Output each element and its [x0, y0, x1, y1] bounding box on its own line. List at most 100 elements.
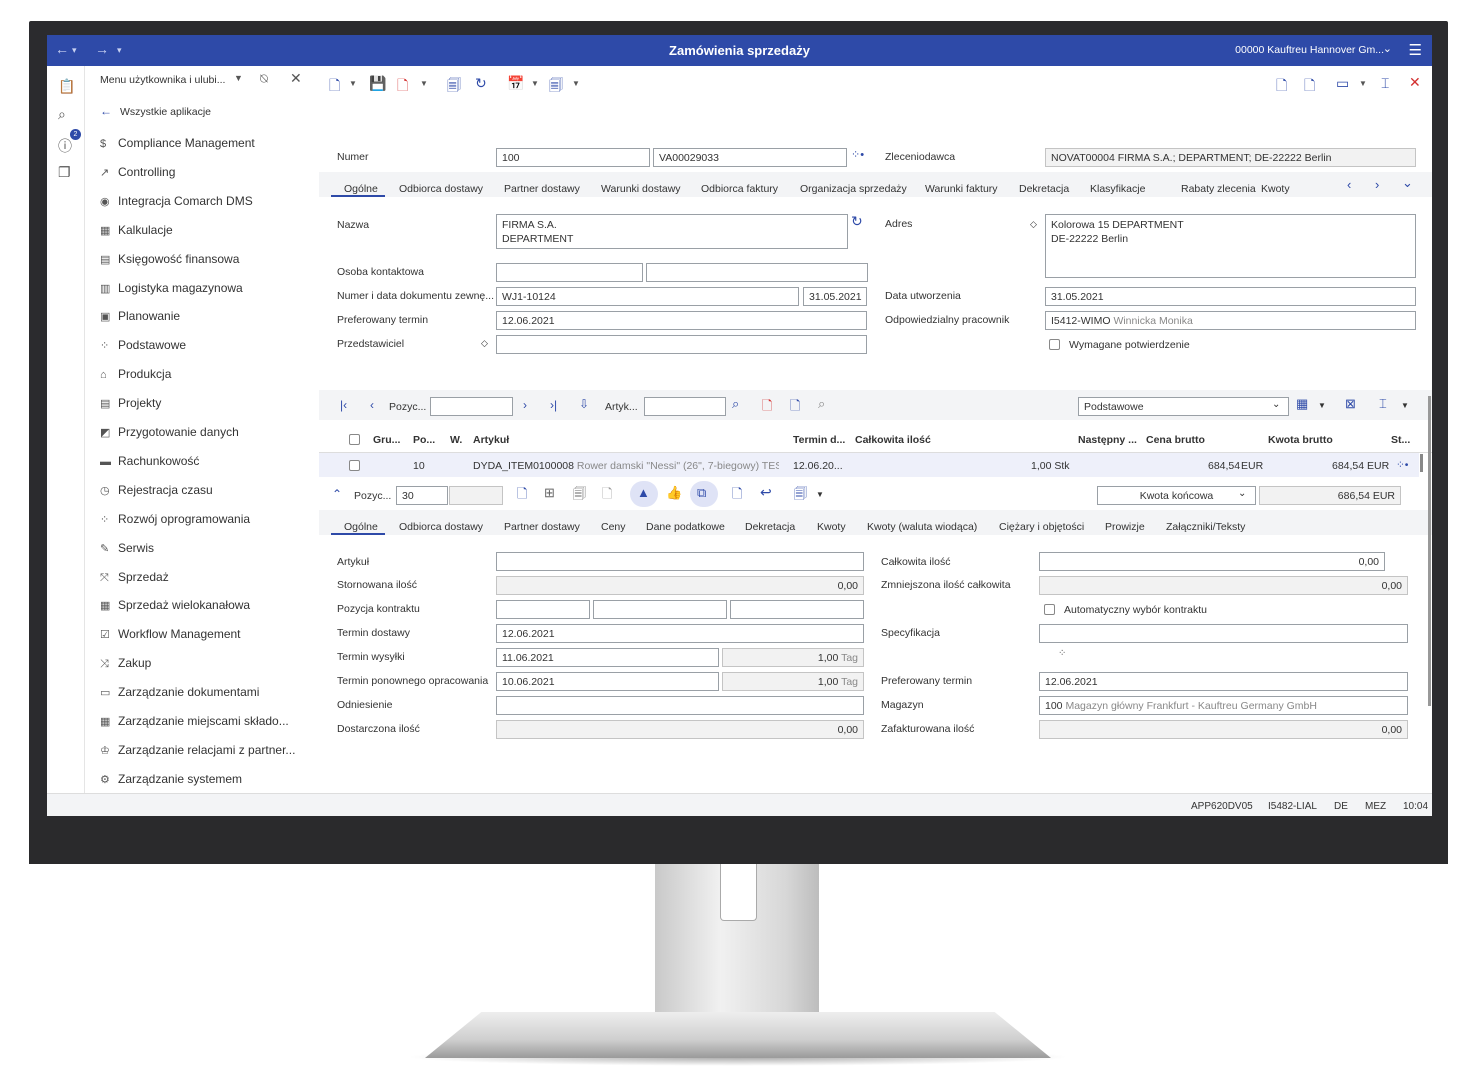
poz-kontr-field-3[interactable] — [730, 600, 864, 619]
document-link-icon[interactable]: 🗋 — [732, 485, 742, 507]
detail-tab[interactable]: Partner dostawy — [504, 521, 580, 533]
sidebar-item-warehouse[interactable]: ▥ Logistyka magazynowa — [100, 281, 243, 295]
hamburger-menu-icon[interactable]: ☰ — [1409, 41, 1422, 59]
columns-icon[interactable]: ▦ — [1296, 396, 1308, 412]
company-selector[interactable]: 00000 Kauftreu Hannover Gm... — [1235, 44, 1384, 56]
options-icon[interactable]: ⁘• — [851, 148, 864, 161]
next-icon[interactable]: › — [523, 398, 527, 412]
collapse-icon[interactable]: ⌶ — [1381, 75, 1389, 92]
save-icon[interactable]: 💾 — [369, 75, 386, 92]
termin-wys-field[interactable]: 11.06.2021 — [496, 648, 719, 667]
layout-dropdown-icon[interactable]: ▼ — [1359, 79, 1367, 88]
zmn-field[interactable]: 0,00 — [1039, 576, 1408, 595]
sidebar-item-dollar[interactable]: $ Compliance Management — [100, 136, 255, 150]
numer-field[interactable]: 100 — [496, 148, 650, 167]
zleceniodawca-field[interactable]: NOVAT00004 FIRMA S.A.; DEPARTMENT; DE-22… — [1045, 148, 1416, 167]
thumbs-up-icon[interactable]: 👍 — [666, 485, 682, 501]
odp-field[interactable]: I5412-WIMO Winnicka Monika — [1045, 311, 1416, 330]
detail-tab[interactable]: Dane podatkowe — [646, 521, 725, 533]
new-document-icon[interactable]: 🗋 — [329, 75, 340, 99]
sidebar-item-dms[interactable]: ◉ Integracja Comarch DMS — [100, 194, 253, 208]
sidebar-item-calculator[interactable]: ▦ Kalkulacje — [100, 223, 173, 237]
stock-icon[interactable]: ⧉ — [697, 485, 706, 501]
header-tab[interactable]: Odbiorca faktury — [701, 183, 778, 195]
header-tab[interactable]: Klasyfikacje — [1090, 183, 1145, 195]
storn-field[interactable]: 0,00 — [496, 576, 864, 595]
detail-pozycja-field-2[interactable] — [449, 486, 503, 505]
prev-icon[interactable]: ‹ — [370, 398, 374, 412]
sidebar-item-workflow[interactable]: ☑ Workflow Management — [100, 627, 241, 641]
termin-wys-days-field[interactable]: 1,00 Tag — [722, 648, 864, 667]
collapse-grid-icon[interactable]: ⌶ — [1379, 396, 1387, 412]
view-chevron-down-icon[interactable]: ⌄ — [1272, 399, 1280, 410]
header-tab[interactable]: Kwoty — [1261, 183, 1290, 195]
sidebar-item-accounting[interactable]: ▬ Rachunkowość — [100, 454, 199, 468]
sidebar-item-gear[interactable]: ⚙ Zarządzanie systemem — [100, 772, 242, 786]
sidebar-item-factory[interactable]: ⌂ Produkcja — [100, 367, 171, 381]
detail-pref-field[interactable]: 12.06.2021 — [1039, 672, 1408, 691]
back-arrow-icon[interactable]: ← — [100, 104, 112, 118]
column-header[interactable]: Po... — [413, 434, 435, 446]
first-icon[interactable]: |‹ — [340, 398, 347, 412]
return-icon[interactable]: ↩ — [760, 484, 772, 501]
column-header[interactable]: St... — [1391, 434, 1410, 446]
print-position-dropdown-icon[interactable]: ▼ — [816, 490, 824, 499]
sidebar-item-time[interactable]: ◷ Rejestracja czasu — [100, 483, 213, 497]
sidebar-item-storage[interactable]: ▦ Zarządzanie miejscami składo... — [100, 714, 289, 728]
clear-filter-icon[interactable]: 🗋 — [762, 397, 772, 419]
select-all-checkbox[interactable] — [349, 434, 360, 445]
spec-options-icon[interactable]: ⁘ — [1058, 648, 1066, 659]
calendar-icon[interactable]: 📅 — [507, 75, 524, 92]
column-header[interactable]: Cena brutto — [1146, 434, 1205, 446]
column-header[interactable]: W. — [450, 434, 462, 446]
sidebar-item-omni[interactable]: ▦ Sprzedaż wielokanałowa — [100, 598, 250, 612]
sidebar-item-service[interactable]: ✎ Serwis — [100, 541, 154, 555]
sidebar-item-purchase[interactable]: ⤨ Zakup — [100, 656, 151, 671]
zaf-field[interactable]: 0,00 — [1039, 720, 1408, 739]
column-header[interactable]: Termin d... — [793, 434, 845, 446]
header-tab[interactable]: Dekretacja — [1019, 183, 1069, 195]
numer-dok-data-field[interactable]: 31.05.2021 — [803, 287, 867, 306]
sidebar-item-sales[interactable]: ⤧ Sprzedaż — [100, 570, 169, 585]
osoba-field-2[interactable] — [646, 263, 868, 282]
export-icon[interactable]: 🗋 — [1276, 75, 1287, 99]
odn-field[interactable] — [496, 696, 864, 715]
sidebar-item-dev[interactable]: ⁘ Rozwój oprogramowania — [100, 512, 250, 526]
column-header[interactable]: Artykuł — [473, 434, 509, 446]
detail-tab[interactable]: Dekretacja — [745, 521, 795, 533]
wymagane-checkbox[interactable] — [1049, 339, 1060, 350]
close-sidebar-icon[interactable]: ✕ — [290, 70, 302, 87]
sidebar-item-folder[interactable]: ▭ Zarządzanie dokumentami — [100, 685, 259, 699]
column-header[interactable]: Następny ... — [1078, 434, 1137, 446]
copy-icon[interactable]: 🗐 — [573, 485, 586, 507]
header-tab[interactable]: Odbiorca dostawy — [399, 183, 483, 195]
column-header[interactable]: Kwota brutto — [1268, 434, 1333, 446]
clipboard-icon[interactable]: 📋 — [58, 78, 75, 95]
delete-document-icon[interactable]: 🗋 — [397, 75, 408, 99]
header-tab[interactable]: Rabaty zlecenia — [1181, 183, 1256, 195]
advanced-search-icon[interactable]: ⌕ — [818, 396, 825, 412]
pref-field[interactable]: 12.06.2021 — [496, 311, 867, 330]
numer-dok-field[interactable]: WJ1-10124 — [496, 287, 799, 306]
search-icon[interactable]: ⌕ — [732, 396, 739, 412]
row-status-icon[interactable]: ⁘• — [1396, 459, 1408, 471]
dost-field[interactable]: 0,00 — [496, 720, 864, 739]
detail-tab[interactable]: Ogólne — [344, 521, 378, 533]
company-chevron-down-icon[interactable]: ⌄ — [1383, 42, 1392, 55]
columns-dropdown-icon[interactable]: ▼ — [1318, 401, 1326, 410]
last-icon[interactable]: ›| — [550, 398, 557, 412]
excel-icon[interactable]: ⊠ — [1345, 396, 1356, 412]
documents-icon[interactable]: ❐ — [58, 164, 71, 181]
detail-pozycja-field[interactable]: 30 — [396, 486, 448, 505]
header-tab[interactable]: Ogólne — [344, 183, 378, 195]
new-dropdown-icon[interactable]: ▼ — [349, 79, 357, 88]
delete-position-icon[interactable]: 🗋 — [602, 485, 612, 507]
sidebar-item-data[interactable]: ◩ Przygotowanie danych — [100, 425, 239, 439]
row-checkbox[interactable] — [349, 460, 360, 471]
duplicate-icon[interactable]: 🗐 — [447, 75, 461, 99]
header-tab[interactable]: Partner dostawy — [504, 183, 580, 195]
termin-pon-field[interactable]: 10.06.2021 — [496, 672, 719, 691]
sidebar-dropdown-icon[interactable]: ▼ — [234, 73, 243, 83]
column-header[interactable]: Całkowita ilość — [855, 434, 931, 446]
grid-pozycja-field[interactable] — [430, 397, 513, 416]
